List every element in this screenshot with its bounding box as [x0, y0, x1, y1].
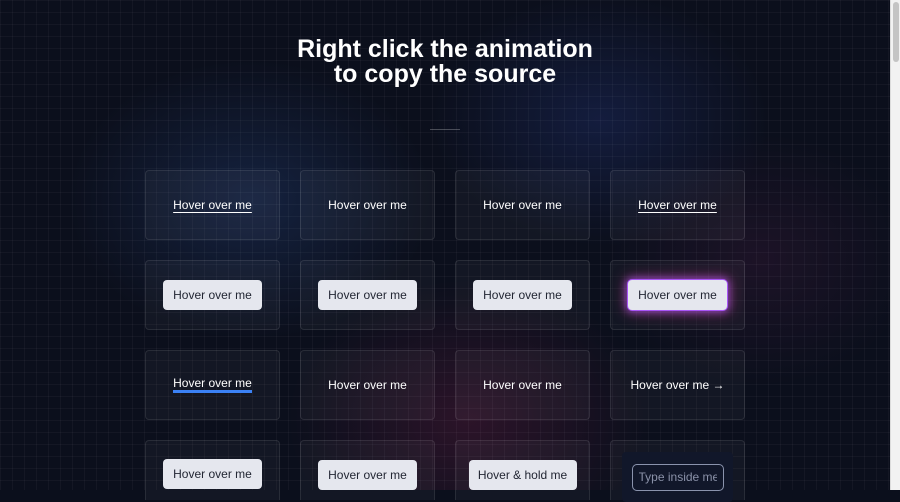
text-link-demo[interactable]: Hover over me	[483, 378, 562, 392]
animation-card[interactable]: Hover over me	[455, 260, 590, 330]
glow-button[interactable]: Hover over me	[628, 280, 727, 310]
vertical-scrollbar[interactable]	[890, 0, 900, 490]
animation-card[interactable]: Hover over me	[145, 170, 280, 240]
animation-card[interactable]: Hover & hold me	[455, 440, 590, 500]
blue-underline-link-demo[interactable]: Hover over me	[173, 377, 252, 393]
animation-card[interactable]: Hover over me	[300, 440, 435, 500]
hover-button[interactable]: Hover over me	[163, 280, 262, 310]
animation-card[interactable]: Hover over me	[300, 260, 435, 330]
underline-link-demo[interactable]: Hover over me	[638, 198, 717, 212]
hover-button[interactable]: Hover over me	[318, 280, 417, 310]
scrollbar-thumb[interactable]	[893, 2, 899, 62]
page-title-line-2: to copy the source	[333, 60, 557, 88]
hover-button[interactable]: Hover over me	[318, 460, 417, 490]
input-container	[622, 452, 733, 502]
animation-card[interactable]: Hover over me	[455, 350, 590, 420]
type-inside-input[interactable]	[631, 463, 724, 491]
animation-card[interactable]: Hover over me	[300, 170, 435, 240]
text-link-demo[interactable]: Hover over me	[328, 198, 407, 212]
hold-button[interactable]: Hover & hold me	[468, 460, 577, 490]
page-title: Right click the animation to copy the so…	[0, 37, 890, 87]
animation-card[interactable]: Hover over me	[455, 170, 590, 240]
hover-button[interactable]: Hover over me	[163, 459, 262, 489]
animation-card[interactable]: Hover over me	[145, 440, 280, 500]
animation-card[interactable]: Hover over me	[610, 170, 745, 240]
animation-card[interactable]	[610, 440, 745, 502]
arrow-link-demo[interactable]: Hover over me →	[630, 378, 724, 392]
text-link-demo[interactable]: Hover over me	[483, 198, 562, 212]
animation-card[interactable]: Hover over me	[610, 260, 745, 330]
animation-card[interactable]: Hover over me →	[610, 350, 745, 420]
text-link-demo[interactable]: Hover over me	[328, 378, 407, 392]
animation-card[interactable]: Hover over me	[145, 260, 280, 330]
underline-link-demo[interactable]: Hover over me	[173, 198, 252, 212]
title-divider	[430, 129, 460, 130]
animation-card[interactable]: Hover over me	[300, 350, 435, 420]
page-title-line-1: Right click the animation	[297, 35, 593, 63]
animation-card[interactable]: Hover over me	[145, 350, 280, 420]
hover-button[interactable]: Hover over me	[473, 280, 572, 310]
